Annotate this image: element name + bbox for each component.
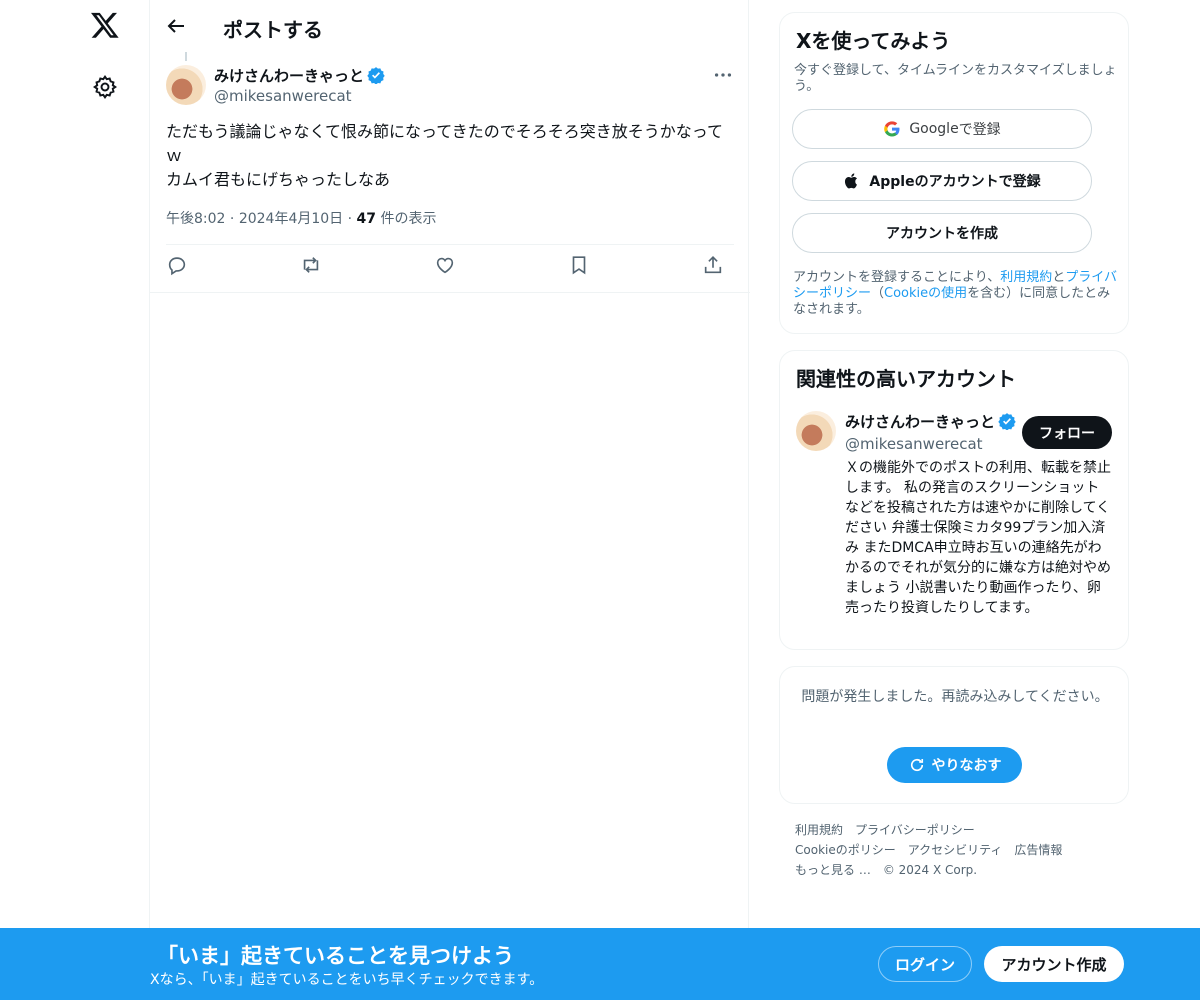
bottom-bar-title: 「いま」起きていることを見つけよう (157, 944, 514, 968)
meta-separator: · (343, 211, 357, 227)
verified-badge-icon (998, 412, 1016, 431)
reply-icon[interactable] (166, 254, 196, 282)
divider (166, 244, 734, 245)
apple-signup-label: Appleのアカウントで登録 (869, 174, 1041, 190)
post-actions (166, 254, 734, 282)
signup-card-title: Xを使ってみよう (796, 29, 951, 53)
page-header: ポストする (150, 0, 750, 53)
follow-button[interactable]: フォロー (1022, 416, 1112, 449)
footer-link-ads[interactable]: 広告情報 (1014, 843, 1062, 857)
create-account-button[interactable]: アカウントを作成 (792, 213, 1092, 253)
related-accounts-card: 関連性の高いアカウント みけさんわーきゃっと @mikesanwerecat フ… (779, 350, 1129, 650)
more-options-icon[interactable] (712, 64, 734, 86)
meta-separator: · (225, 211, 239, 227)
error-message: 問題が発生しました。再読み込みしてください。 (801, 689, 1109, 705)
signup-button[interactable]: アカウント作成 (984, 946, 1124, 982)
retry-button[interactable]: やりなおす (887, 747, 1022, 783)
footer-link-cookie[interactable]: Cookieのポリシー (795, 843, 896, 857)
related-bio: Ｘの機能外でのポストの利用、転載を禁止します。 私の発言のスクリーンショットなど… (845, 460, 1111, 616)
author-avatar[interactable] (166, 65, 206, 105)
divider (150, 292, 750, 293)
footer-link-terms[interactable]: 利用規約 (795, 823, 843, 837)
refresh-icon (908, 756, 926, 774)
google-icon (883, 120, 901, 138)
related-card-title: 関連性の高いアカウント (796, 367, 1016, 391)
related-avatar[interactable] (796, 411, 836, 451)
footer-link-more[interactable]: もっと見る … (795, 863, 871, 877)
footer-link-accessibility[interactable]: アクセシビリティ (908, 843, 1003, 857)
apple-signup-button[interactable]: Appleのアカウントで登録 (792, 161, 1092, 201)
google-signup-suffix: で登録 (958, 122, 1001, 138)
signup-card-subtitle: 今すぐ登録して、タイムラインをカスタマイズしましょう。 (794, 63, 1117, 94)
bottom-signup-bar: 「いま」起きていることを見つけよう Xなら、「いま」起きていることをいち早くチェ… (0, 928, 1200, 1000)
cookie-use-link[interactable]: Cookieの使用 (884, 286, 967, 301)
bookmark-icon[interactable] (568, 254, 598, 282)
terms-text: と (1052, 270, 1066, 285)
create-account-label: アカウントを作成 (886, 226, 998, 242)
bottom-bar-subtitle: Xなら、「いま」起きていることをいち早くチェックできます。 (150, 972, 544, 988)
views-count: 47 (356, 211, 377, 227)
post-text: ただもう議論じゃなくて恨み節になってきたのでそろそろ突き放そうかなってｗ カムイ… (166, 122, 723, 189)
terms-of-service-link[interactable]: 利用規約 (1000, 270, 1052, 285)
terms-text: （ (871, 286, 885, 301)
signup-card: Xを使ってみよう 今すぐ登録して、タイムラインをカスタマイズしましょう。 Goo… (779, 12, 1129, 334)
related-name-row[interactable]: みけさんわーきゃっと (845, 411, 1016, 432)
footer-copyright: © 2024 X Corp. (882, 863, 978, 877)
google-signup-button[interactable]: Google で登録 (792, 109, 1092, 149)
like-icon[interactable] (434, 254, 464, 282)
related-handle[interactable]: @mikesanwerecat (845, 435, 983, 453)
repost-icon[interactable] (300, 254, 330, 282)
author-name-row[interactable]: みけさんわーきゃっと (214, 65, 385, 86)
apple-icon (843, 172, 861, 190)
author-name[interactable]: みけさんわーきゃっと (214, 67, 364, 85)
back-arrow-icon[interactable] (164, 14, 190, 40)
signup-terms: アカウントを登録することにより、利用規約とプライバシーポリシー（Cookieの使… (793, 270, 1119, 318)
error-card: 問題が発生しました。再読み込みしてください。 やりなおす (779, 666, 1129, 804)
login-button[interactable]: ログイン (878, 946, 972, 982)
post-date[interactable]: 2024年4月10日 (239, 211, 343, 227)
google-signup-label: Google (909, 121, 959, 137)
left-nav (0, 0, 150, 1000)
verified-badge-icon (367, 66, 385, 85)
thread-line (185, 52, 187, 61)
author-handle[interactable]: @mikesanwerecat (214, 87, 352, 105)
gear-icon[interactable] (92, 74, 118, 100)
views-label: 件の表示 (376, 211, 437, 227)
x-logo-icon[interactable] (88, 10, 122, 44)
footer-links: 利用規約 プライバシーポリシー Cookieのポリシー アクセシビリティ 広告情報 も… (795, 820, 1125, 880)
post-time[interactable]: 午後8:02 (166, 211, 225, 227)
share-icon[interactable] (702, 254, 732, 282)
footer-link-privacy[interactable]: プライバシーポリシー (855, 823, 975, 837)
post-meta: 午後8:02 · 2024年4月10日 · 47 件の表示 (166, 208, 436, 228)
retry-label: やりなおす (931, 758, 1002, 774)
page-title: ポストする (223, 18, 323, 42)
terms-text: アカウントを登録することにより、 (793, 270, 1001, 285)
main-column: ポストする みけさんわーきゃっと @mikesanwerecat ただもう議論じ… (149, 0, 750, 1000)
related-name[interactable]: みけさんわーきゃっと (845, 413, 995, 431)
